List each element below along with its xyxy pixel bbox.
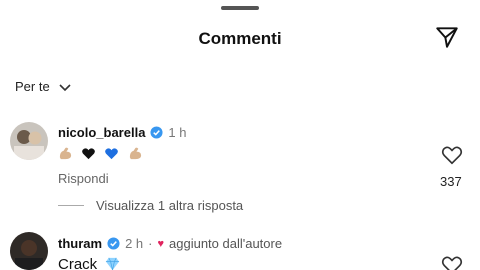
avatar[interactable]	[10, 122, 48, 160]
divider	[58, 205, 84, 206]
comment-time: 1 h	[168, 125, 187, 140]
heart-icon[interactable]	[441, 254, 463, 270]
chevron-down-icon	[59, 83, 71, 91]
verified-badge-icon	[150, 126, 163, 139]
view-replies-label: Visualizza 1 altra risposta	[96, 198, 244, 213]
send-icon[interactable]	[434, 24, 460, 50]
blue-heart-emoji	[105, 148, 119, 160]
black-heart-emoji	[82, 148, 96, 160]
view-replies-button[interactable]: Visualizza 1 altra risposta	[58, 198, 243, 213]
verified-badge-icon	[107, 237, 120, 250]
comment-text-content: Crack	[58, 256, 98, 270]
comment-username[interactable]: nicolo_barella	[58, 125, 145, 140]
comment-time: 2 h	[125, 236, 144, 251]
liked-by-author-label: aggiunto dall'autore	[169, 236, 283, 251]
sort-label: Per te	[15, 79, 50, 94]
sort-dropdown[interactable]: Per te	[15, 79, 72, 94]
comment-text: Crack	[58, 256, 124, 270]
comment-text	[58, 146, 147, 163]
page-title: Commenti	[198, 29, 282, 48]
author-heart-icon: ♥	[157, 237, 165, 250]
comment-username[interactable]: thuram	[58, 236, 102, 251]
separator-dot: ·	[148, 236, 153, 251]
like-count: 337	[440, 174, 462, 189]
heart-icon[interactable]	[441, 144, 463, 166]
avatar[interactable]	[10, 232, 48, 270]
reply-button[interactable]: Rispondi	[58, 171, 109, 186]
flexed-biceps-emoji	[59, 147, 72, 160]
drag-handle[interactable]	[221, 6, 259, 10]
flexed-biceps-emoji	[129, 147, 141, 160]
gem-emoji	[106, 257, 120, 270]
